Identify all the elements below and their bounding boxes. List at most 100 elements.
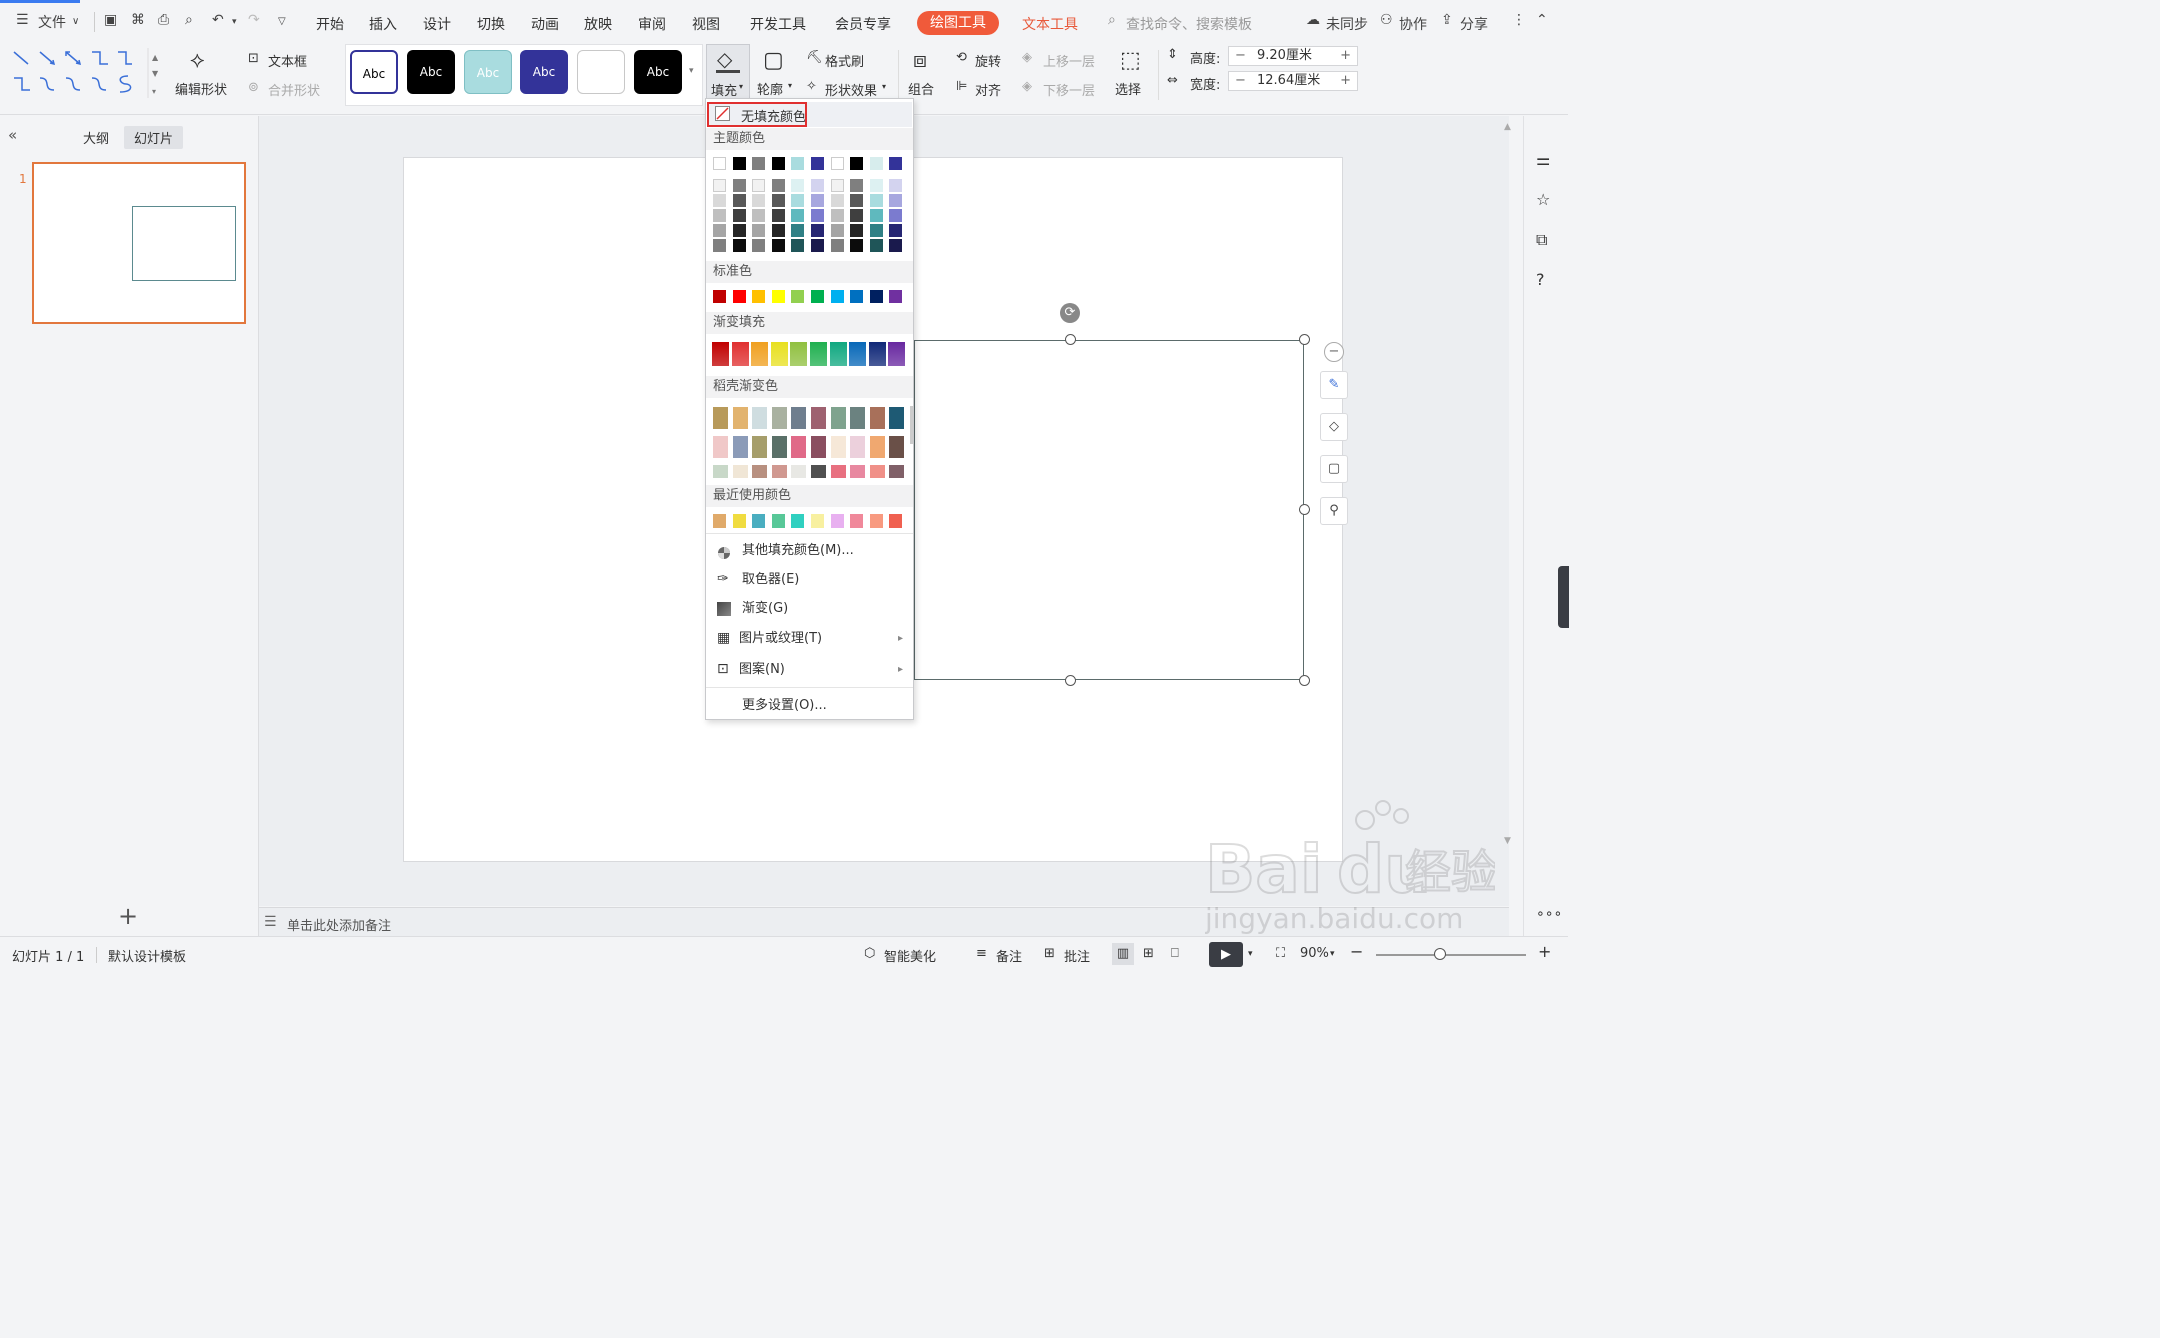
standard-color-swatch[interactable]: [752, 290, 766, 303]
theme-shade-swatch[interactable]: [791, 194, 805, 207]
style-light-teal[interactable]: Abc: [464, 50, 512, 94]
theme-color-swatch[interactable]: [811, 157, 824, 170]
height-stepper[interactable]: − 9.20厘米 +: [1228, 46, 1358, 66]
customize-icon[interactable]: ▽: [278, 16, 286, 27]
theme-shade-swatch[interactable]: [752, 179, 766, 192]
gradient-fill-swatch[interactable]: [790, 342, 808, 366]
line-shapes-icon[interactable]: ▲ ▼ ▾: [8, 46, 164, 100]
tab-animation[interactable]: 动画: [531, 14, 559, 34]
style-outline-blue[interactable]: Abc: [350, 50, 398, 94]
theme-shade-swatch[interactable]: [830, 239, 844, 252]
tab-member[interactable]: 会员专享: [835, 14, 891, 34]
undo-dropdown-icon[interactable]: ▾: [232, 17, 237, 27]
theme-shade-swatch[interactable]: [850, 209, 864, 222]
theme-shade-swatch[interactable]: [869, 179, 883, 192]
theme-shade-swatch[interactable]: [889, 239, 903, 252]
theme-shade-swatch[interactable]: [732, 194, 746, 207]
gradient-fill-swatch[interactable]: [810, 342, 827, 366]
theme-color-swatch[interactable]: [889, 157, 903, 170]
gradient-fill-swatch[interactable]: [751, 342, 769, 366]
zoom-out-icon[interactable]: −: [1350, 942, 1363, 961]
docer-gradient-swatch[interactable]: [771, 465, 787, 478]
notes-toggle-button[interactable]: 备注: [996, 946, 1022, 965]
theme-shade-swatch[interactable]: [752, 239, 766, 252]
undo-icon[interactable]: ↶: [212, 12, 224, 28]
theme-shade-swatch[interactable]: [713, 179, 726, 192]
recent-color-swatch[interactable]: [732, 514, 746, 528]
theme-color-swatch[interactable]: [771, 157, 785, 170]
standard-color-swatch[interactable]: [850, 290, 864, 303]
width-stepper[interactable]: − 12.64厘米 +: [1228, 71, 1358, 91]
tab-insert[interactable]: 插入: [369, 14, 397, 34]
docer-gradient-swatch[interactable]: [713, 407, 728, 429]
format-painter-button[interactable]: 格式刷: [825, 51, 864, 70]
theme-color-swatch[interactable]: [850, 157, 864, 170]
width-value[interactable]: 12.64厘米: [1257, 72, 1320, 90]
chevron-down-icon[interactable]: ▾: [882, 82, 886, 91]
more-fill-colors-item[interactable]: 其他填充颜色(M)...: [706, 538, 913, 564]
tab-view[interactable]: 视图: [692, 14, 720, 34]
file-menu[interactable]: 文件: [38, 12, 66, 32]
theme-color-swatch[interactable]: [713, 157, 726, 170]
docer-gradient-swatch[interactable]: [889, 465, 905, 478]
preview-icon[interactable]: ⌕: [185, 12, 193, 28]
pattern-item[interactable]: ⊡ 图案(N) ▸: [706, 657, 913, 683]
theme-shade-swatch[interactable]: [889, 209, 903, 222]
select-button[interactable]: 选择: [1115, 79, 1141, 98]
gradient-fill-swatch[interactable]: [888, 342, 906, 366]
tab-home[interactable]: 开始: [316, 14, 344, 34]
star-icon[interactable]: ☆: [1536, 190, 1550, 209]
increment-button[interactable]: +: [1340, 47, 1351, 65]
gallery-more-icon[interactable]: ▾: [689, 66, 694, 76]
gradient-fill-swatch[interactable]: [770, 342, 788, 366]
theme-shade-swatch[interactable]: [889, 194, 903, 207]
decrement-button[interactable]: −: [1235, 72, 1246, 90]
standard-color-swatch[interactable]: [732, 290, 746, 303]
standard-color-swatch[interactable]: [889, 290, 903, 303]
zoom-in-icon[interactable]: +: [1538, 942, 1551, 961]
theme-shade-swatch[interactable]: [771, 224, 785, 237]
gradient-fill-swatch[interactable]: [829, 342, 847, 366]
recent-color-swatch[interactable]: [713, 514, 726, 528]
docer-gradient-swatch[interactable]: [752, 436, 768, 458]
fill-button[interactable]: ◇ 填充 ▾: [706, 44, 750, 100]
docer-gradient-swatch[interactable]: [713, 465, 728, 478]
resize-handle-n[interactable]: [1065, 334, 1076, 345]
theme-shade-swatch[interactable]: [869, 209, 883, 222]
theme-color-swatch[interactable]: [732, 157, 746, 170]
recent-color-swatch[interactable]: [850, 514, 864, 528]
theme-shade-swatch[interactable]: [811, 224, 824, 237]
docer-gradient-swatch[interactable]: [732, 436, 748, 458]
print-icon[interactable]: ⎙: [158, 12, 169, 28]
merge-shape-button[interactable]: 合并形状: [268, 80, 320, 99]
theme-shade-swatch[interactable]: [850, 194, 864, 207]
lightbulb-icon[interactable]: ⚲: [1320, 497, 1348, 525]
docer-gradient-swatch[interactable]: [752, 407, 768, 429]
comment-button[interactable]: 批注: [1064, 946, 1090, 965]
save-icon[interactable]: ▣: [104, 12, 117, 28]
normal-view-icon[interactable]: ▥: [1112, 943, 1134, 965]
theme-color-swatch[interactable]: [830, 157, 844, 170]
more-settings-item[interactable]: 更多设置(O)...: [706, 693, 913, 719]
theme-shade-swatch[interactable]: [830, 209, 844, 222]
resize-handle-e[interactable]: [1299, 504, 1310, 515]
theme-shade-swatch[interactable]: [869, 239, 883, 252]
theme-shade-swatch[interactable]: [752, 224, 766, 237]
more-icon[interactable]: ∘∘∘: [1536, 906, 1562, 922]
gradient-fill-swatch[interactable]: [712, 342, 729, 366]
slides-icon[interactable]: ⧉: [1536, 230, 1547, 250]
format-painter-icon[interactable]: ⌘: [131, 12, 145, 28]
theme-shade-swatch[interactable]: [732, 239, 746, 252]
more-options-icon[interactable]: ⋮: [1512, 12, 1526, 28]
theme-shade-swatch[interactable]: [830, 224, 844, 237]
recent-color-swatch[interactable]: [771, 514, 785, 528]
height-value[interactable]: 9.20厘米: [1257, 47, 1312, 65]
docer-gradient-swatch[interactable]: [791, 465, 807, 478]
theme-shade-swatch[interactable]: [850, 224, 864, 237]
theme-shade-swatch[interactable]: [771, 239, 785, 252]
theme-shade-swatch[interactable]: [713, 194, 726, 207]
rotate-handle-icon[interactable]: ⟳: [1060, 303, 1080, 323]
fit-window-icon[interactable]: ⛶: [1276, 946, 1285, 961]
slide-thumbnail[interactable]: [32, 162, 246, 324]
eyedropper-item[interactable]: ✑ 取色器(E): [706, 567, 913, 593]
